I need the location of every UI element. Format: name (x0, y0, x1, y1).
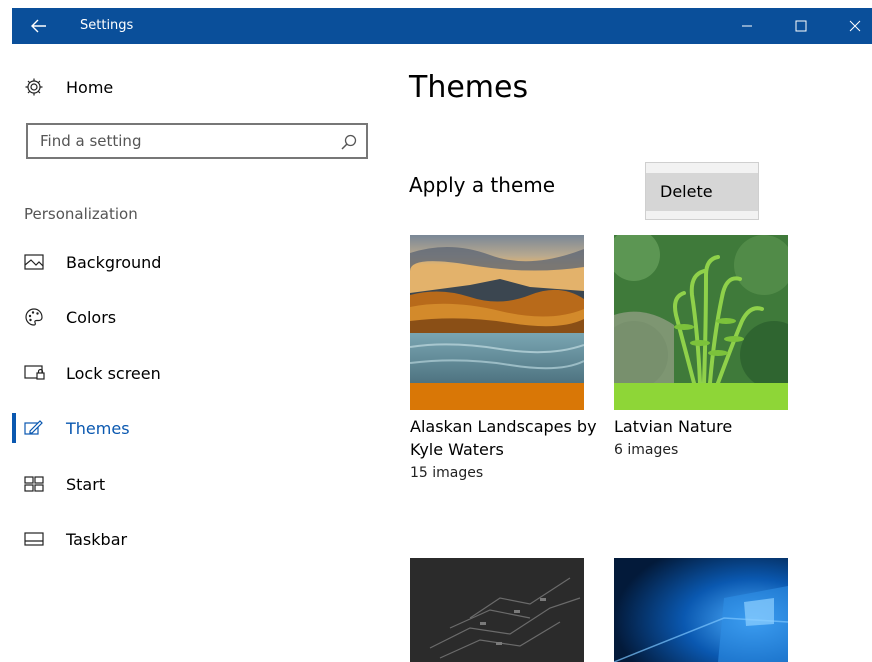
picture-icon (24, 247, 54, 277)
theme-card-latvian[interactable]: Latvian Nature 6 images (614, 235, 788, 475)
maximize-button[interactable] (774, 8, 828, 44)
title-bar: Settings (12, 8, 872, 44)
themes-icon (24, 413, 54, 443)
palette-icon (24, 302, 54, 332)
sidebar-item-lock-screen[interactable]: Lock screen (24, 358, 354, 388)
theme-accent-bar (614, 383, 788, 410)
theme-card-windows[interactable] (614, 558, 788, 662)
theme-image-count: 15 images (410, 465, 484, 481)
theme-image-count: 6 images (614, 442, 679, 458)
theme-thumbnail[interactable] (410, 235, 584, 383)
page-title: Themes (409, 70, 529, 105)
sidebar-item-label: Background (66, 252, 162, 272)
gear-icon (24, 72, 54, 102)
theme-name: Alaskan Landscapes by Kyle Waters (410, 417, 597, 459)
start-icon (24, 469, 54, 499)
back-arrow-icon (31, 19, 46, 33)
sidebar-item-label: Taskbar (66, 529, 128, 549)
nav-home-label: Home (66, 77, 114, 97)
search-input[interactable] (28, 125, 328, 157)
close-icon (849, 20, 861, 32)
sidebar-item-label: Start (66, 474, 106, 494)
context-menu: Delete (645, 162, 759, 220)
minimize-button[interactable] (720, 8, 774, 44)
window-title: Settings (80, 18, 134, 33)
theme-card-dark[interactable] (410, 558, 584, 662)
theme-thumbnail[interactable] (410, 558, 584, 662)
search-box[interactable] (26, 123, 368, 159)
selection-indicator (12, 413, 16, 443)
sidebar-item-background[interactable]: Background (24, 247, 354, 277)
theme-name: Latvian Nature (614, 417, 733, 436)
theme-thumbnail[interactable] (614, 235, 788, 383)
theme-accent-bar (410, 383, 584, 410)
minimize-icon (742, 25, 752, 27)
search-icon[interactable] (340, 133, 358, 151)
theme-card-alaskan[interactable]: Alaskan Landscapes by Kyle Waters 15 ima… (410, 235, 597, 495)
sidebar-item-taskbar[interactable]: Taskbar (24, 524, 354, 554)
close-button[interactable] (828, 8, 872, 44)
section-title: Apply a theme (409, 173, 556, 197)
taskbar-icon (24, 524, 54, 554)
back-button[interactable] (12, 8, 66, 44)
nav-home[interactable]: Home (24, 72, 354, 102)
nav-section-header: Personalization (24, 205, 138, 223)
sidebar-item-label: Colors (66, 307, 117, 327)
lock-screen-icon (24, 358, 54, 388)
maximize-icon (795, 20, 807, 32)
sidebar-item-label: Lock screen (66, 363, 161, 383)
sidebar-item-themes[interactable]: Themes (24, 413, 354, 443)
sidebar-item-start[interactable]: Start (24, 469, 354, 499)
sidebar-item-colors[interactable]: Colors (24, 302, 354, 332)
sidebar-item-label: Themes (66, 418, 130, 438)
delete-menu-item[interactable]: Delete (646, 173, 758, 211)
theme-thumbnail[interactable] (614, 558, 788, 662)
